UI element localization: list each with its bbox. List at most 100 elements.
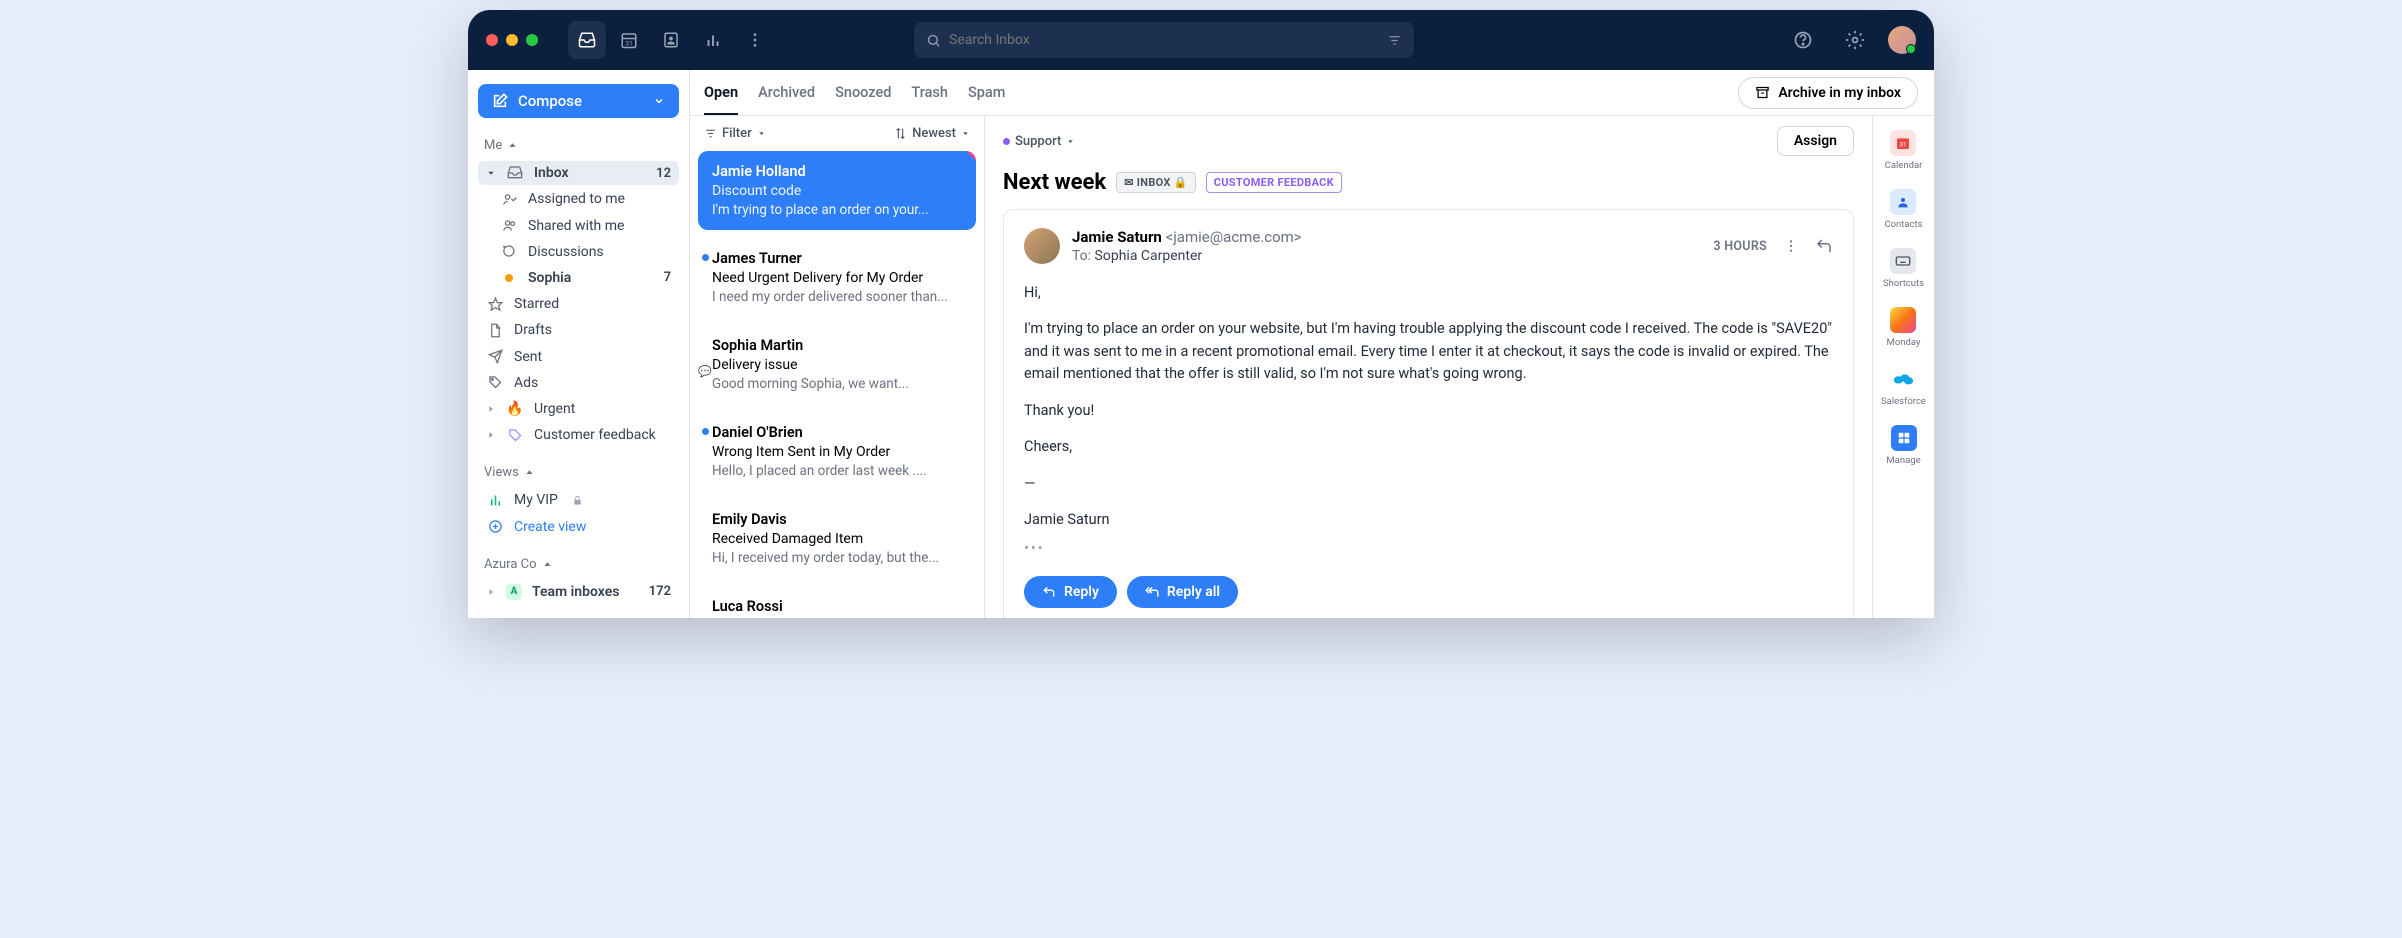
search-input[interactable] [949,32,1387,48]
thread-preview: Good morning Sophia, we want... [712,376,962,392]
chevron-down-icon [653,95,665,107]
message-body: Hi, I'm trying to place an order on your… [1024,282,1833,560]
search-bar[interactable] [914,22,1414,58]
salesforce-icon [1890,366,1916,392]
nav-create-view[interactable]: Create view [478,515,679,539]
rail-shortcuts[interactable]: Shortcuts [1883,248,1924,289]
folder-tabs: Open Archived Snoozed Trash Spam [690,70,1019,115]
collapsed-indicator[interactable]: ••• [1024,538,1833,560]
lock-icon [572,495,583,506]
nav-label: Sent [514,349,542,365]
rail-monday[interactable]: Monday [1887,307,1921,348]
compose-label: Compose [518,92,582,110]
thread-subject: Delivery issue [712,357,962,373]
nav-count: 7 [664,270,671,285]
nav-label: Discussions [528,244,604,260]
tab-open[interactable]: Open [704,84,738,115]
nav-team-inboxes[interactable]: ATeam inboxes172 [478,580,679,604]
detail-toolbar: Support Assign [985,116,1872,166]
thread-cards: Jamie Holland Discount code I'm trying t… [690,151,984,618]
thread-card[interactable]: Daniel O'Brien Wrong Item Sent in My Ord… [698,412,976,491]
contacts-icon[interactable] [652,21,690,59]
reply-all-button[interactable]: Reply all [1127,576,1238,608]
chevron-right-icon [486,404,496,414]
more-icon[interactable] [736,21,774,59]
rail-salesforce[interactable]: Salesforce [1881,366,1926,407]
nav-shared[interactable]: Shared with me [478,213,679,237]
sort-button[interactable]: Newest [894,126,970,141]
archive-button[interactable]: Archive in my inbox [1738,77,1918,109]
category-pill[interactable]: Support [1003,134,1075,149]
thread-card[interactable]: Luca Rossi [698,586,976,618]
analytics-icon[interactable] [694,21,732,59]
contact-icon [1890,189,1916,215]
thread-subject: Need Urgent Delivery for My Order [712,270,962,286]
filter-icon[interactable] [1387,33,1402,48]
thread-preview: I'm trying to place an order on your... [712,202,962,218]
minimize-window[interactable] [506,34,518,46]
rail-contacts[interactable]: Contacts [1884,189,1922,230]
nav-assigned[interactable]: Assigned to me [478,187,679,211]
thread-from: Jamie Holland [712,163,962,180]
status-dot [505,274,513,282]
nav-discussions[interactable]: Discussions [478,240,679,264]
thread-preview: I need my order delivered sooner than... [712,289,962,305]
more-icon[interactable] [1783,238,1799,254]
tab-trash[interactable]: Trash [911,84,948,115]
thread-from: Sophia Martin [712,337,962,354]
rail-calendar[interactable]: 31Calendar [1885,130,1923,171]
nav-inbox[interactable]: Inbox 12 [478,161,679,185]
flag-indicator [966,151,976,161]
message-detail: Support Assign Next week ✉ INBOX 🔒 CUSTO… [985,116,1872,618]
thread-card[interactable]: James Turner Need Urgent Delivery for My… [698,238,976,317]
nav-drafts[interactable]: Drafts [478,318,679,342]
thread-card[interactable]: Jamie Holland Discount code I'm trying t… [698,151,976,230]
nav-urgent[interactable]: 🔥Urgent [478,397,679,421]
user-avatar[interactable] [1888,26,1916,54]
section-me[interactable]: Me [478,132,679,159]
nav-label: Customer feedback [534,427,656,443]
chevron-right-icon [486,587,496,597]
calendar-icon[interactable]: 31 [610,21,648,59]
help-icon[interactable] [1784,21,1822,59]
section-org[interactable]: Azura Co [478,551,679,578]
grid-icon [1891,425,1917,451]
tab-archived[interactable]: Archived [758,84,815,115]
close-window[interactable] [486,34,498,46]
assign-button[interactable]: Assign [1777,126,1854,156]
nav-myvip[interactable]: My VIP [478,488,679,512]
thread-card[interactable]: Sophia Martin Delivery issue Good mornin… [698,325,976,404]
settings-icon[interactable] [1836,21,1874,59]
window-controls [486,34,538,46]
thread-card[interactable]: Emily Davis Received Damaged Item Hi, I … [698,499,976,578]
nav-sent[interactable]: Sent [478,345,679,369]
chat-icon [500,244,518,259]
rail-manage[interactable]: Manage [1886,425,1920,466]
reply-icon[interactable] [1815,237,1833,255]
filter-button[interactable]: Filter [704,126,766,141]
org-badge: A [506,584,522,600]
compose-button[interactable]: Compose [478,84,679,118]
nav-label: Ads [514,375,538,391]
thread-from: Daniel O'Brien [712,424,962,441]
nav-ads[interactable]: Ads [478,371,679,395]
send-icon [486,349,504,364]
nav-sophia[interactable]: Sophia 7 [478,266,679,290]
toolbar-icons: 31 [568,21,774,59]
list-toolbar: Filter Newest [690,116,984,151]
nav-count: 172 [649,584,671,599]
archive-icon [1755,85,1770,100]
tab-snoozed[interactable]: Snoozed [835,84,891,115]
nav-starred[interactable]: Starred [478,292,679,316]
nav-label: Sophia [528,270,571,286]
maximize-window[interactable] [526,34,538,46]
thread-from: Emily Davis [712,511,962,528]
chevron-right-icon [486,430,496,440]
subject-row: Next week ✉ INBOX 🔒 CUSTOMER FEEDBACK [985,166,1872,209]
inbox-icon[interactable] [568,21,606,59]
tab-spam[interactable]: Spam [968,84,1005,115]
reply-button[interactable]: Reply [1024,576,1117,608]
nav-feedback[interactable]: Customer feedback [478,423,679,447]
customer-feedback-badge: CUSTOMER FEEDBACK [1206,172,1342,193]
section-views[interactable]: Views [478,459,679,486]
